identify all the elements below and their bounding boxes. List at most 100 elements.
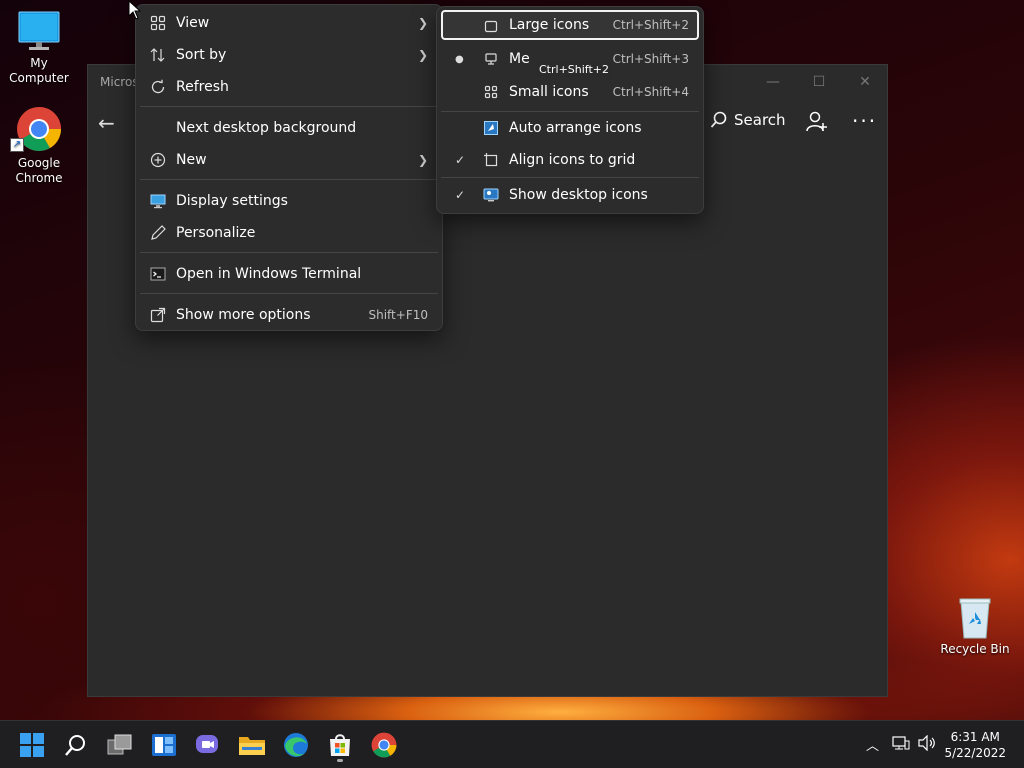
teams-chat-button[interactable] xyxy=(194,731,222,759)
desktop-icon-my-computer[interactable]: My Computer xyxy=(0,10,78,86)
submenu-item-large-icons[interactable]: Large icons Ctrl+Shift+2 xyxy=(441,10,699,40)
menu-item-label: New xyxy=(176,152,207,168)
submenu-item-auto-arrange-icons[interactable]: Auto arrange icons xyxy=(441,113,699,143)
chevron-right-icon: ❯ xyxy=(417,48,428,62)
chrome-icon: ↗ xyxy=(10,106,62,152)
windows-start-icon xyxy=(20,733,44,757)
desktop-icon-label: My Computer xyxy=(9,56,69,85)
checkmark-icon: ✓ xyxy=(455,153,466,167)
grid-icon xyxy=(150,15,166,31)
maximize-button[interactable]: ☐ xyxy=(804,71,834,93)
window-title: Micros xyxy=(100,75,139,89)
store-icon xyxy=(330,734,350,756)
chevron-right-icon: ❯ xyxy=(417,16,428,30)
chevron-right-icon: ❯ xyxy=(417,153,428,167)
view-submenu: Large icons Ctrl+Shift+2 ● Me Ctrl+Shift… xyxy=(436,6,704,214)
chrome-taskbar-button[interactable] xyxy=(370,731,398,759)
edge-icon xyxy=(284,733,308,757)
shortcut-tooltip: Ctrl+Shift+2 xyxy=(536,62,613,77)
menu-item-label: View xyxy=(176,15,210,31)
submenu-item-shortcut: Ctrl+Shift+4 xyxy=(612,85,689,99)
pen-icon xyxy=(151,225,166,240)
bullet-icon: ● xyxy=(455,53,464,65)
terminal-icon xyxy=(150,267,166,281)
submenu-item-shortcut: Ctrl+Shift+2 xyxy=(612,18,689,32)
start-button[interactable] xyxy=(18,731,46,759)
taskbar-search-button[interactable] xyxy=(62,731,90,759)
menu-item-open-in-windows-terminal[interactable]: Open in Windows Terminal xyxy=(140,259,438,289)
submenu-item-label: Large icons xyxy=(509,17,590,33)
widgets-icon xyxy=(152,734,176,756)
menu-item-view[interactable]: View ❯ xyxy=(140,8,438,38)
submenu-item-label: Align icons to grid xyxy=(509,152,636,168)
desktop-icon-google-chrome[interactable]: ↗ Google Chrome xyxy=(0,106,78,186)
monitor-small-icon xyxy=(485,53,497,65)
submenu-item-label-partial: Me xyxy=(509,51,530,67)
minimize-button[interactable]: — xyxy=(758,71,788,93)
active-app-indicator xyxy=(337,759,343,762)
menu-item-label: Personalize xyxy=(176,225,256,241)
menu-item-show-more-options[interactable]: Show more options Shift+F10 xyxy=(140,300,438,330)
open-external-icon xyxy=(150,307,166,323)
refresh-icon xyxy=(151,79,165,94)
task-view-button[interactable] xyxy=(106,731,134,759)
menu-item-label: Sort by xyxy=(176,47,227,63)
sort-icon xyxy=(150,48,165,62)
user-add-icon[interactable] xyxy=(806,111,828,137)
desktop-icon xyxy=(483,188,499,202)
submenu-item-label: Show desktop icons xyxy=(509,187,648,203)
menu-separator xyxy=(140,179,438,180)
desktop-icon-label: Google Chrome xyxy=(15,156,63,185)
align-grid-icon xyxy=(484,153,498,167)
submenu-item-shortcut: Ctrl+Shift+3 xyxy=(612,52,689,66)
menu-item-label: Open in Windows Terminal xyxy=(176,266,362,282)
large-square-icon xyxy=(484,20,498,33)
store-button[interactable] xyxy=(326,731,354,759)
search-icon xyxy=(65,735,85,756)
submenu-item-align-icons-to-grid[interactable]: ✓ Align icons to grid xyxy=(441,145,699,175)
menu-separator xyxy=(140,106,438,107)
menu-item-display-settings[interactable]: Display settings xyxy=(140,186,438,216)
desktop-icon-recycle-bin[interactable]: Recycle Bin xyxy=(936,596,1014,657)
volume-icon[interactable] xyxy=(918,734,936,755)
widgets-button[interactable] xyxy=(150,731,178,759)
file-explorer-button[interactable] xyxy=(238,731,266,759)
small-grid-icon xyxy=(484,85,498,99)
menu-item-label: Show more options xyxy=(176,307,311,323)
search-button[interactable]: Search xyxy=(710,111,786,129)
plus-circle-icon xyxy=(150,152,166,168)
menu-item-next-desktop-background[interactable]: Next desktop background xyxy=(140,113,438,143)
menu-separator xyxy=(140,252,438,253)
close-button[interactable]: ✕ xyxy=(850,71,880,93)
menu-item-personalize[interactable]: Personalize xyxy=(140,218,438,248)
menu-item-shortcut: Shift+F10 xyxy=(368,308,428,322)
edge-button[interactable] xyxy=(282,731,310,759)
submenu-item-show-desktop-icons[interactable]: ✓ Show desktop icons xyxy=(441,180,699,210)
back-arrow-icon[interactable]: ← xyxy=(98,111,115,135)
clock[interactable]: 6:31 AM 5/22/2022 xyxy=(944,729,1006,761)
menu-separator xyxy=(441,177,699,178)
recycle-bin-icon xyxy=(955,596,995,640)
menu-separator xyxy=(140,293,438,294)
submenu-item-small-icons[interactable]: Small icons Ctrl+Shift+4 xyxy=(441,77,699,107)
search-label: Search xyxy=(734,111,786,129)
menu-item-label: Next desktop background xyxy=(176,120,357,136)
clock-date: 5/22/2022 xyxy=(944,746,1006,760)
more-options-icon[interactable]: ··· xyxy=(852,109,877,133)
menu-item-new[interactable]: New ❯ xyxy=(140,145,438,175)
shortcut-arrow-icon: ↗ xyxy=(10,138,24,152)
file-explorer-icon xyxy=(239,737,265,755)
desktop-icon-label: Recycle Bin xyxy=(940,642,1010,656)
menu-item-label: Refresh xyxy=(176,79,229,95)
show-hidden-icons-chevron-up-icon[interactable]: ︿ xyxy=(866,735,879,754)
network-icon[interactable] xyxy=(892,735,910,755)
menu-item-sort-by[interactable]: Sort by ❯ xyxy=(140,40,438,70)
search-icon xyxy=(710,111,727,128)
desktop-context-menu: View ❯ Sort by ❯ Refresh Next desktop ba… xyxy=(135,4,443,331)
chrome-icon xyxy=(371,732,397,758)
mouse-cursor-icon xyxy=(128,0,142,20)
auto-arrange-icon xyxy=(484,121,498,135)
task-view-icon xyxy=(107,734,132,755)
submenu-item-label: Small icons xyxy=(509,84,589,100)
menu-item-refresh[interactable]: Refresh xyxy=(140,72,438,102)
